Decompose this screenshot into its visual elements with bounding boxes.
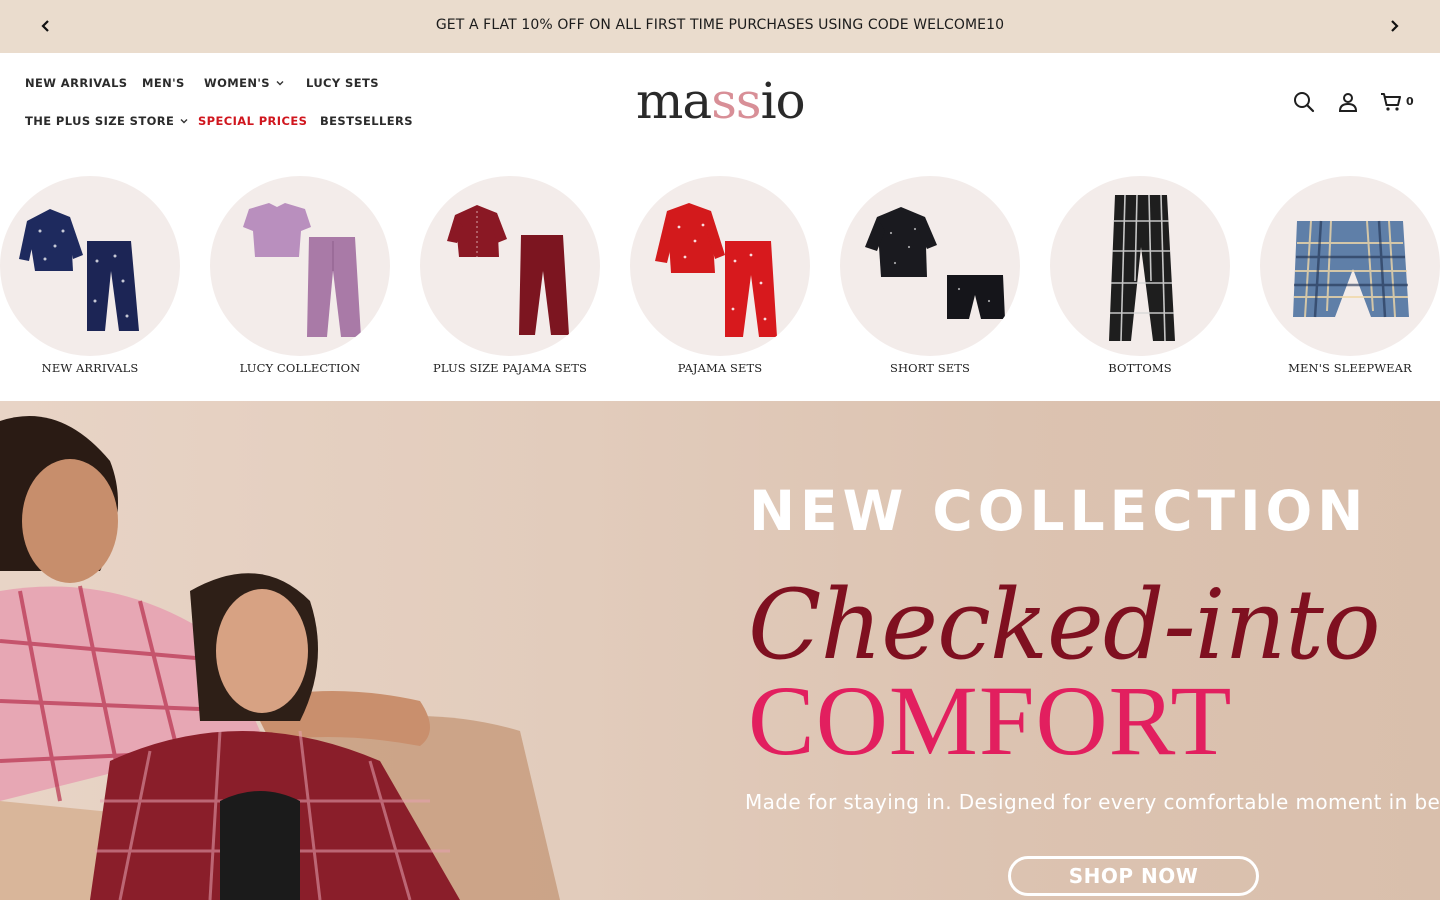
announcement-next-button[interactable] bbox=[1382, 14, 1406, 38]
category-image bbox=[1260, 176, 1440, 356]
nav-special-prices-label: SPECIAL PRICES bbox=[198, 114, 308, 128]
hero-kicker: NEW COLLECTION bbox=[749, 479, 1369, 543]
category-label: BOTTOMS bbox=[1108, 361, 1172, 375]
nav-new-arrivals-label: NEW ARRIVALS bbox=[25, 76, 128, 90]
cart-count-badge: 0 bbox=[1406, 95, 1414, 108]
pajama-set-icon bbox=[19, 209, 139, 331]
logo-part-accent: ss bbox=[711, 72, 761, 130]
nav-new-arrivals[interactable]: NEW ARRIVALS bbox=[25, 76, 128, 90]
site-header: NEW ARRIVALS MEN'S WOMEN'S LUCY SETS THE… bbox=[0, 53, 1440, 158]
logo-part: io bbox=[760, 72, 806, 130]
nav-mens-label: MEN'S bbox=[142, 76, 185, 90]
models-photo bbox=[0, 416, 560, 900]
account-button[interactable] bbox=[1335, 89, 1361, 115]
nav-mens[interactable]: MEN'S bbox=[142, 76, 185, 90]
chevron-down-icon bbox=[276, 81, 284, 86]
category-label: MEN'S SLEEPWEAR bbox=[1288, 361, 1412, 375]
announcement-bar: GET A FLAT 10% OFF ON ALL FIRST TIME PUR… bbox=[0, 0, 1440, 53]
check-pants-icon bbox=[1109, 194, 1175, 341]
nav-bestsellers[interactable]: BESTSELLERS bbox=[320, 114, 413, 128]
nav-lucy-sets-label: LUCY SETS bbox=[306, 76, 379, 90]
chevron-down-icon bbox=[180, 119, 188, 124]
category-label: PAJAMA SETS bbox=[677, 361, 763, 375]
pajama-set-icon bbox=[447, 205, 569, 335]
hero-headline: COMFORT bbox=[748, 665, 1233, 776]
nav-plus-size-store-label: THE PLUS SIZE STORE bbox=[25, 114, 175, 128]
search-icon bbox=[1294, 92, 1315, 113]
category-image bbox=[0, 176, 180, 356]
cart-icon bbox=[1381, 93, 1401, 111]
check-shorts-icon bbox=[1293, 220, 1409, 318]
category-image bbox=[420, 176, 600, 356]
nav-womens-label: WOMEN'S bbox=[204, 76, 270, 90]
pajama-set-icon bbox=[655, 203, 777, 337]
announcement-text: GET A FLAT 10% OFF ON ALL FIRST TIME PUR… bbox=[435, 17, 1005, 33]
search-button[interactable] bbox=[1291, 89, 1317, 115]
shop-now-button[interactable]: SHOP NOW bbox=[1008, 856, 1259, 896]
category-short-sets[interactable]: SHORT SETS bbox=[840, 176, 1020, 375]
tee-pajama-icon bbox=[243, 203, 361, 337]
category-plus-size-pajama-sets[interactable]: PLUS SIZE PAJAMA SETS bbox=[420, 176, 600, 375]
category-image bbox=[210, 176, 390, 356]
logo-part: ma bbox=[636, 72, 712, 130]
category-label: PLUS SIZE PAJAMA SETS bbox=[433, 361, 587, 375]
category-label: NEW ARRIVALS bbox=[41, 361, 139, 375]
nav-womens[interactable]: WOMEN'S bbox=[204, 76, 284, 90]
short-set-icon bbox=[865, 207, 1005, 319]
category-pajama-sets[interactable]: PAJAMA SETS bbox=[630, 176, 810, 375]
nav-bestsellers-label: BESTSELLERS bbox=[320, 114, 413, 128]
category-image bbox=[630, 176, 810, 356]
nav-special-prices[interactable]: SPECIAL PRICES bbox=[198, 114, 307, 128]
category-strip: NEW ARRIVALS LUCY COLLECTION PLUS SIZE P… bbox=[0, 158, 1440, 401]
hero-banner[interactable]: NEW COLLECTION Checked-into COMFORT Made… bbox=[0, 401, 1440, 900]
user-icon bbox=[1338, 93, 1358, 112]
chevron-right-icon bbox=[1391, 20, 1399, 32]
category-label: SHORT SETS bbox=[890, 361, 970, 375]
category-bottoms[interactable]: BOTTOMS bbox=[1050, 176, 1230, 375]
category-image bbox=[1050, 176, 1230, 356]
hero-subtext: Made for staying in. Designed for every … bbox=[745, 790, 1440, 814]
category-label: LUCY COLLECTION bbox=[239, 361, 361, 375]
site-logo[interactable]: massio bbox=[636, 71, 806, 131]
category-image bbox=[840, 176, 1020, 356]
cart-button[interactable] bbox=[1378, 89, 1404, 115]
nav-lucy-sets[interactable]: LUCY SETS bbox=[306, 76, 379, 90]
category-lucy-collection[interactable]: LUCY COLLECTION bbox=[210, 176, 390, 375]
nav-plus-size-store[interactable]: THE PLUS SIZE STORE bbox=[25, 114, 188, 128]
category-new-arrivals[interactable]: NEW ARRIVALS bbox=[0, 176, 180, 375]
category-mens-sleepwear[interactable]: MEN'S SLEEPWEAR bbox=[1260, 176, 1440, 375]
